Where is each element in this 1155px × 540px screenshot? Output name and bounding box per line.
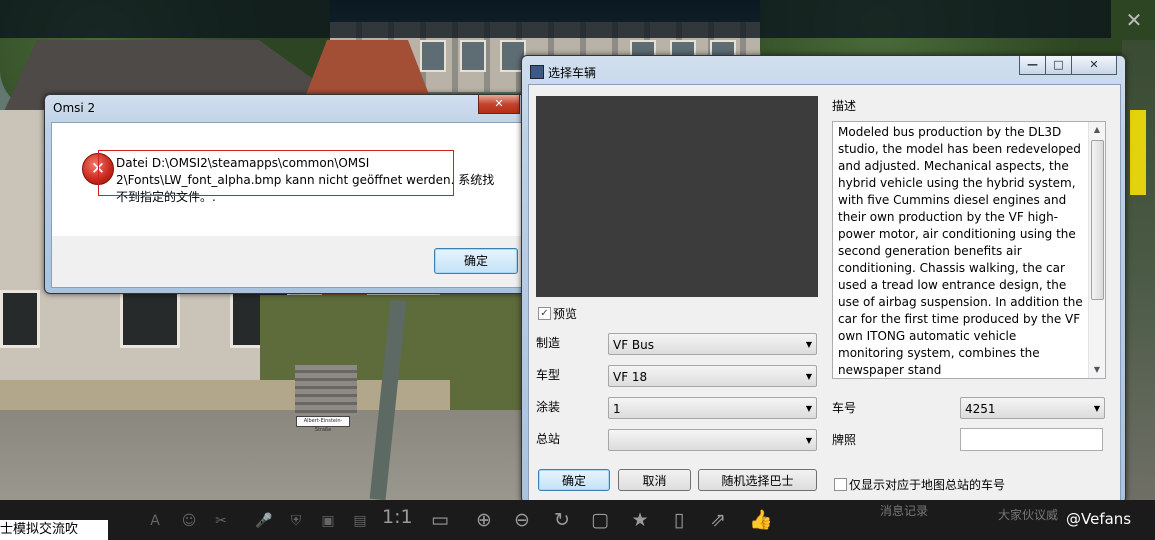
chevron-down-icon: ▼ <box>805 404 812 413</box>
tablet-icon[interactable]: ▯ <box>667 508 691 532</box>
street-sign: Albert-Einstein-Straße <box>296 416 350 433</box>
ok-button[interactable]: 确定 <box>538 469 610 491</box>
chevron-down-icon: ▼ <box>805 340 812 349</box>
message-ok-button[interactable]: 确定 <box>434 248 518 274</box>
like-icon[interactable]: 👍 <box>749 508 773 532</box>
share-icon[interactable]: ⇗ <box>706 508 730 532</box>
bag-icon[interactable]: ▤ <box>351 512 369 530</box>
description-text: Modeled bus production by the DL3D studi… <box>838 125 1083 377</box>
highlight-box <box>98 150 454 196</box>
dialog-close-button[interactable]: ✕ <box>1071 56 1117 75</box>
vehicle-number-value: 4251 <box>965 402 996 416</box>
chevron-down-icon: ▼ <box>805 372 812 381</box>
manufacturer-select[interactable]: VF Bus ▼ <box>608 333 817 355</box>
model-label: 车型 <box>536 368 561 382</box>
zoom-out-icon[interactable]: ⊖ <box>510 508 534 532</box>
depot-label: 总站 <box>536 432 561 446</box>
chat-label: 士模拟交流吹 <box>0 520 108 540</box>
plate-label: 牌照 <box>832 433 857 447</box>
cancel-button[interactable]: 取消 <box>618 469 691 491</box>
scissors-icon[interactable]: ✂ <box>212 512 230 530</box>
chevron-down-icon: ▼ <box>805 436 812 445</box>
only-depot-label: 仅显示对应于地图总站的车号 <box>849 478 1006 492</box>
road <box>0 410 540 505</box>
history-label[interactable]: 消息记录 <box>880 502 928 519</box>
fullscreen-icon[interactable]: ▭ <box>428 508 452 532</box>
emoji-icon[interactable]: ☺ <box>180 512 198 530</box>
scroll-down-icon[interactable]: ▼ <box>1089 362 1105 378</box>
description-box[interactable]: Modeled bus production by the DL3D studi… <box>832 121 1106 379</box>
model-value: VF 18 <box>613 370 648 384</box>
house-window <box>0 290 40 348</box>
bookmark-icon[interactable]: ★ <box>628 508 652 532</box>
message-box-client: ✕ Datei D:\OMSI2\steamapps\common\OMSI 2… <box>51 122 522 288</box>
scene-right-strip <box>1122 40 1155 500</box>
chevron-down-icon: ▼ <box>1093 404 1100 413</box>
stairs <box>295 365 357 417</box>
manufacturer-value: VF Bus <box>613 338 655 352</box>
preview-checkbox[interactable]: ✓ <box>538 307 551 320</box>
image-icon[interactable]: ▣ <box>319 512 337 530</box>
viewer-top-bar <box>0 0 1111 38</box>
font-icon[interactable]: A <box>146 512 164 530</box>
rotate-icon[interactable]: ↻ <box>550 508 574 532</box>
livery-label: 涂装 <box>536 400 561 414</box>
manufacturer-label: 制造 <box>536 336 561 350</box>
shield-icon[interactable]: ⛨ <box>287 512 305 530</box>
viewer-close-button[interactable]: ✕ <box>1122 6 1146 34</box>
group-label: 大家伙议威 <box>998 508 1059 522</box>
minimize-button[interactable]: — <box>1019 56 1046 75</box>
vehicle-number-select[interactable]: 4251 ▼ <box>960 397 1105 419</box>
app-icon <box>530 65 544 79</box>
description-scrollbar[interactable]: ▲ ▼ <box>1088 122 1105 378</box>
scroll-thumb[interactable] <box>1091 140 1104 300</box>
zoom-in-icon[interactable]: ⊕ <box>472 508 496 532</box>
watermark: @Vefans <box>1066 510 1132 528</box>
livery-select[interactable]: 1 ▼ <box>608 397 817 419</box>
mic-icon[interactable]: 🎤 <box>255 512 273 530</box>
message-box-title: Omsi 2 <box>53 101 96 115</box>
only-depot-checkbox[interactable] <box>834 478 847 491</box>
message-area: ✕ Datei D:\OMSI2\steamapps\common\OMSI 2… <box>52 123 521 236</box>
vehicle-preview-image <box>536 96 818 297</box>
zoom-ratio[interactable]: 1:1 <box>382 506 413 528</box>
dialog-client: ✓ 预览 描述 Modeled bus production by the DL… <box>528 84 1121 504</box>
plate-input[interactable] <box>960 428 1103 451</box>
save-icon[interactable]: ▢ <box>588 508 612 532</box>
yellow-sign <box>1130 110 1146 195</box>
scroll-up-icon[interactable]: ▲ <box>1089 122 1105 138</box>
livery-value: 1 <box>613 402 621 416</box>
house-window <box>120 290 180 348</box>
vehicle-number-label: 车号 <box>832 401 857 415</box>
random-bus-button[interactable]: 随机选择巴士 <box>698 469 817 491</box>
description-label: 描述 <box>832 99 857 113</box>
error-message-box: Omsi 2 ✕ ✕ Datei D:\OMSI2\steamapps\comm… <box>44 94 527 294</box>
select-vehicle-dialog: 选择车辆 — □ ✕ ✓ 预览 描述 Modeled bus productio… <box>521 55 1126 504</box>
depot-select[interactable]: ▼ <box>608 429 817 451</box>
image-viewer-toolbar: A ☺ ✂ 🎤 ⛨ ▣ ▤ 1:1 ▭ ⊕ ⊖ ↻ ▢ ★ ▯ ⇗ 👍 消息记录… <box>0 500 1155 540</box>
dialog-title: 选择车辆 <box>548 66 597 80</box>
maximize-button[interactable]: □ <box>1045 56 1072 75</box>
model-select[interactable]: VF 18 ▼ <box>608 365 817 387</box>
preview-label: 预览 <box>553 307 578 321</box>
message-box-close-button[interactable]: ✕ <box>478 95 520 114</box>
